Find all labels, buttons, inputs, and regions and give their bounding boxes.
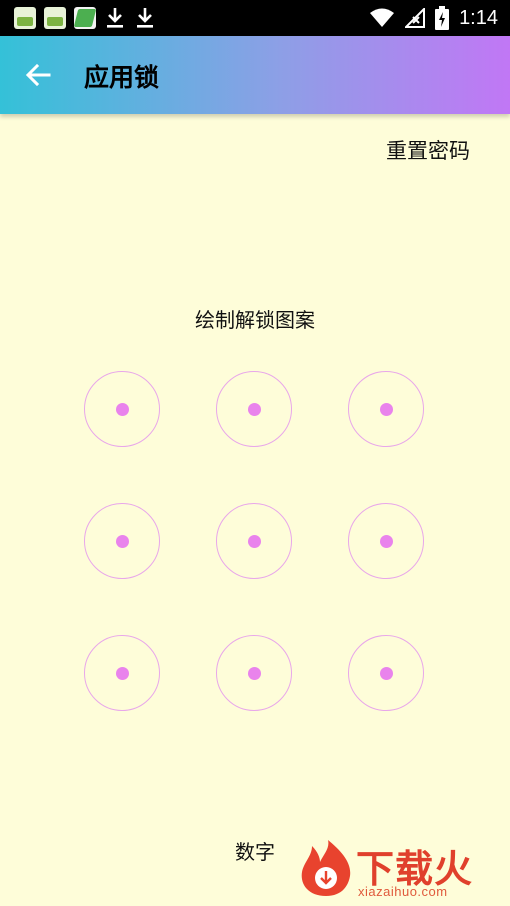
pattern-node-dot — [379, 402, 393, 416]
pattern-node-dot — [247, 534, 261, 548]
clock: 1:14 — [459, 6, 498, 29]
pattern-hint: 绘制解锁图案 — [195, 308, 315, 332]
notification-icons — [14, 6, 156, 30]
system-icons: 1:14 — [369, 4, 498, 32]
watermark-domain: xiazaihuo.com — [358, 884, 448, 899]
pattern-node-dot — [379, 534, 393, 548]
toolbar: 应用锁 — [0, 36, 510, 114]
wifi-icon — [370, 8, 395, 27]
pattern-node-7[interactable] — [84, 635, 160, 711]
gallery-app-icon — [44, 7, 66, 29]
pattern-node-4[interactable] — [84, 503, 160, 579]
pattern-node-3[interactable] — [348, 371, 424, 447]
pattern-node-8[interactable] — [216, 635, 292, 711]
download-icon — [137, 8, 153, 28]
battery-icon — [435, 6, 450, 30]
back-arrow-icon — [25, 63, 51, 87]
pattern-node-dot — [115, 666, 129, 680]
pattern-node-9[interactable] — [348, 635, 424, 711]
page-title: 应用锁 — [84, 63, 160, 92]
pattern-node-5[interactable] — [216, 503, 292, 579]
signal-icon — [405, 8, 426, 28]
pattern-node-1[interactable] — [84, 371, 160, 447]
pattern-node-6[interactable] — [348, 503, 424, 579]
green-app-icon — [74, 7, 96, 29]
watermark: 下载火 xiazaihuo.com — [298, 836, 504, 902]
pattern-node-dot — [247, 666, 261, 680]
status-bar: 1:14 — [0, 0, 510, 36]
pattern-node-dot — [115, 534, 129, 548]
reset-password-button[interactable]: 重置密码 — [386, 135, 470, 165]
pattern-node-dot — [115, 402, 129, 416]
back-button[interactable] — [18, 55, 58, 95]
gallery-app-icon — [14, 7, 36, 29]
pattern-node-dot — [247, 402, 261, 416]
download-icon — [107, 8, 123, 28]
pattern-node-dot — [379, 666, 393, 680]
pattern-node-2[interactable] — [216, 371, 292, 447]
flame-logo-icon — [301, 840, 351, 896]
